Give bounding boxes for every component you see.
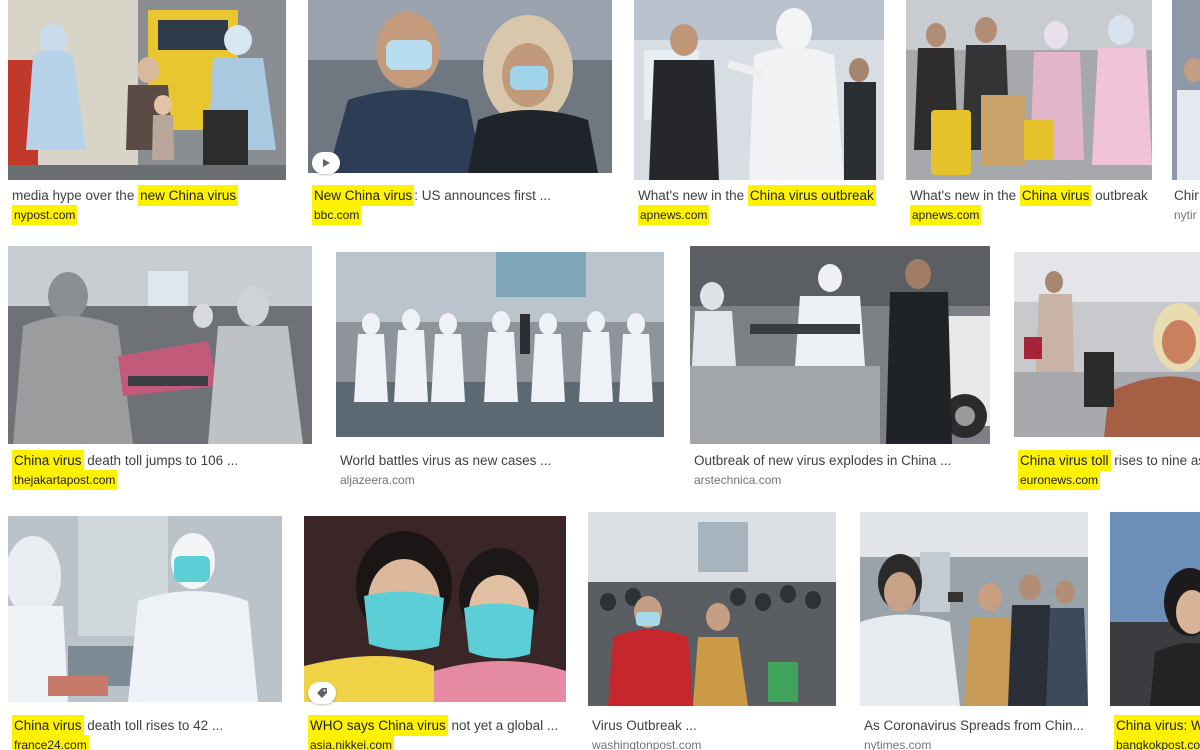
result-title[interactable]: China virus toll rises to nine as <box>1018 452 1200 470</box>
image-result-card[interactable]: As Coronavirus Spreads from Chin... nyti… <box>860 512 1092 750</box>
result-source[interactable]: washingtonpost.com <box>592 737 701 750</box>
result-thumbnail[interactable] <box>304 516 566 702</box>
result-source[interactable]: nypost.com <box>12 207 78 223</box>
result-thumbnail[interactable] <box>1110 512 1200 706</box>
image-result-card[interactable]: China virus death toll jumps to 106 ... … <box>8 246 318 502</box>
result-title[interactable]: media hype over the new China virus <box>12 187 239 205</box>
image-result-card[interactable]: media hype over the new China virus nypo… <box>8 0 290 232</box>
result-title[interactable]: What's new in the China virus outbreak <box>638 187 876 205</box>
image-result-card[interactable]: WHO says China virus not yet a global ..… <box>304 516 570 750</box>
result-thumbnail[interactable] <box>1172 0 1200 180</box>
result-source[interactable]: apnews.com <box>910 207 982 223</box>
result-title[interactable]: Chir <box>1174 187 1199 205</box>
image-result-card[interactable]: What's new in the China virus outbreak a… <box>634 0 890 232</box>
result-thumbnail[interactable] <box>1014 252 1200 437</box>
result-thumbnail[interactable] <box>308 0 612 173</box>
result-thumbnail[interactable] <box>634 0 884 180</box>
result-thumbnail[interactable] <box>8 0 286 180</box>
result-thumbnail[interactable] <box>690 246 990 444</box>
result-title[interactable]: China virus: W <box>1114 717 1200 735</box>
image-result-card[interactable]: New China virus: US announces first ... … <box>308 0 614 232</box>
result-source[interactable]: asia.nikkei.com <box>308 737 395 750</box>
result-title[interactable]: Virus Outbreak ... <box>592 717 697 735</box>
result-source[interactable]: euronews.com <box>1018 472 1101 488</box>
result-source[interactable]: bbc.com <box>312 207 362 223</box>
result-source[interactable]: bangkokpost.co <box>1114 737 1200 750</box>
image-result-card[interactable]: Outbreak of new virus explodes in China … <box>690 246 994 502</box>
result-thumbnail[interactable] <box>336 252 664 437</box>
image-result-card[interactable]: China virus death toll rises to 42 ... f… <box>8 516 290 750</box>
result-title[interactable]: As Coronavirus Spreads from Chin... <box>864 717 1084 735</box>
result-title[interactable]: Outbreak of new virus explodes in China … <box>694 452 951 470</box>
result-source[interactable]: apnews.com <box>638 207 710 223</box>
result-source[interactable]: arstechnica.com <box>694 472 781 488</box>
play-icon <box>312 152 340 174</box>
result-title[interactable]: What's new in the China virus outbreak <box>910 187 1148 205</box>
result-title[interactable]: World battles virus as new cases ... <box>340 452 551 470</box>
result-source[interactable]: nytir <box>1174 207 1197 223</box>
result-title[interactable]: China virus death toll jumps to 106 ... <box>12 452 238 470</box>
result-source[interactable]: thejakartapost.com <box>12 472 118 488</box>
result-thumbnail[interactable] <box>906 0 1152 180</box>
tag-icon <box>308 682 336 704</box>
image-result-card[interactable]: World battles virus as new cases ... alj… <box>336 252 666 502</box>
result-source[interactable]: aljazeera.com <box>340 472 415 488</box>
result-thumbnail[interactable] <box>8 246 312 444</box>
result-title[interactable]: WHO says China virus not yet a global ..… <box>308 717 558 735</box>
image-result-card[interactable]: Chir nytir <box>1172 0 1200 232</box>
result-title[interactable]: China virus death toll rises to 42 ... <box>12 717 223 735</box>
image-result-card[interactable]: China virus toll rises to nine as eurone… <box>1014 252 1200 502</box>
result-title[interactable]: New China virus: US announces first ... <box>312 187 551 205</box>
image-result-card[interactable]: China virus: W bangkokpost.co <box>1110 512 1200 750</box>
result-thumbnail[interactable] <box>860 512 1088 706</box>
image-result-card[interactable]: What's new in the China virus outbreak a… <box>906 0 1160 232</box>
result-thumbnail[interactable] <box>8 516 282 702</box>
image-result-card[interactable]: Virus Outbreak ... washingtonpost.com <box>588 512 840 750</box>
result-thumbnail[interactable] <box>588 512 836 706</box>
result-source[interactable]: france24.com <box>12 737 89 750</box>
image-results-grid: media hype over the new China virus nypo… <box>0 0 1200 750</box>
result-source[interactable]: nytimes.com <box>864 737 931 750</box>
